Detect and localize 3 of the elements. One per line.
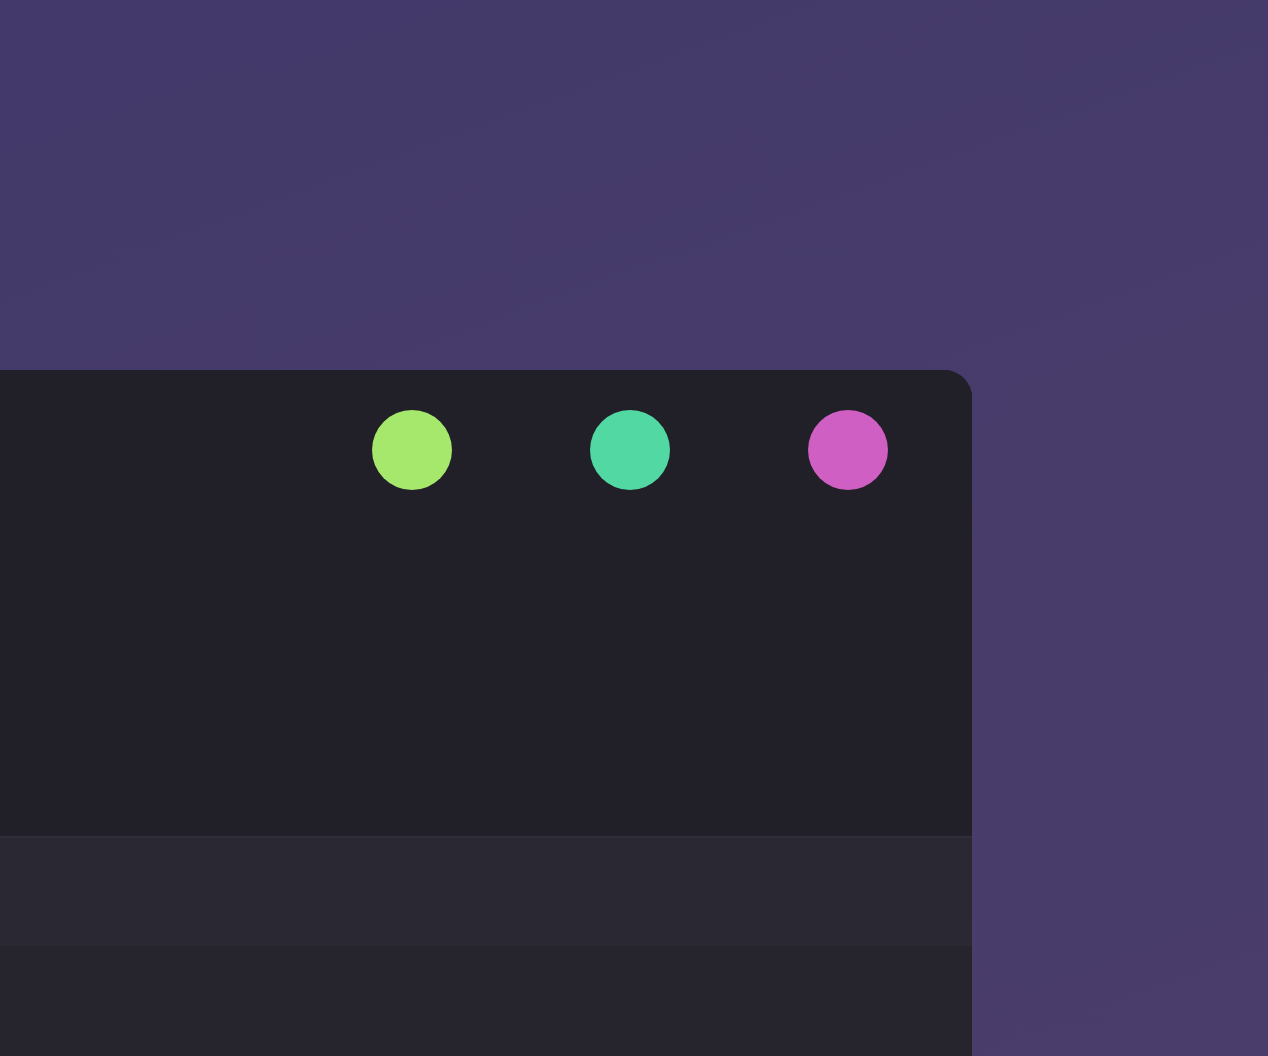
window-control-dot[interactable] — [808, 410, 888, 490]
window-control-dot[interactable] — [372, 410, 452, 490]
window-control-dot[interactable] — [590, 410, 670, 490]
